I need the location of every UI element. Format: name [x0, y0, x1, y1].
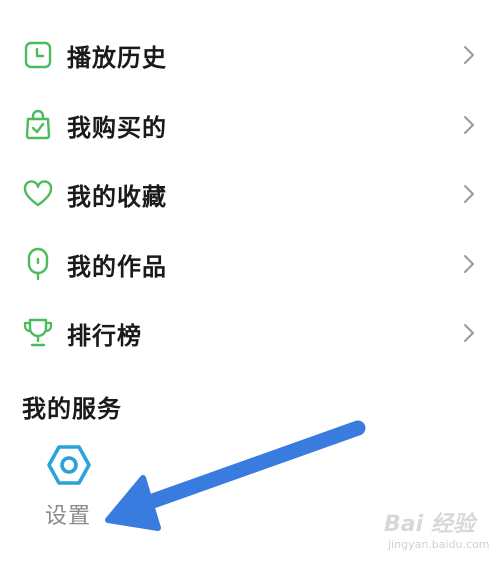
clock-icon [22, 39, 54, 71]
chevron-right-icon [462, 183, 476, 205]
chevron-right-icon [462, 114, 476, 136]
settings-hex-icon [46, 442, 92, 488]
shopping-bag-icon [22, 109, 54, 141]
menu-item-leaderboard[interactable]: 排行榜 [0, 305, 500, 361]
heart-icon [22, 178, 54, 210]
settings-label: 设置 [45, 504, 92, 529]
profile-menu-page: 播放历史 我购买的 我的收藏 我的作品 排行榜 我的服务 设置 Bai 经验 j… [0, 0, 500, 564]
chevron-right-icon [462, 253, 476, 275]
menu-item-play-history[interactable]: 播放历史 [0, 27, 500, 83]
menu-item-purchased[interactable]: 我购买的 [0, 97, 500, 153]
microphone-icon [22, 247, 54, 281]
menu-item-label: 播放历史 [67, 43, 167, 72]
baidu-watermark: Bai 经验 jingyan.baidu.com [376, 506, 494, 558]
menu-item-label: 我的收藏 [67, 182, 167, 211]
menu-item-my-works[interactable]: 我的作品 [0, 236, 500, 292]
menu-item-label: 我购买的 [67, 113, 167, 142]
section-title-my-services: 我的服务 [22, 395, 122, 423]
trophy-icon [22, 317, 54, 349]
menu-item-label: 排行榜 [67, 321, 142, 350]
watermark-url: jingyan.baidu.com [388, 538, 490, 551]
chevron-right-icon [462, 322, 476, 344]
settings-button[interactable]: 设置 [36, 436, 106, 532]
chevron-right-icon [462, 44, 476, 66]
menu-item-favorites[interactable]: 我的收藏 [0, 166, 500, 222]
watermark-text: Bai 经验 [384, 512, 475, 537]
menu-item-label: 我的作品 [67, 252, 167, 281]
